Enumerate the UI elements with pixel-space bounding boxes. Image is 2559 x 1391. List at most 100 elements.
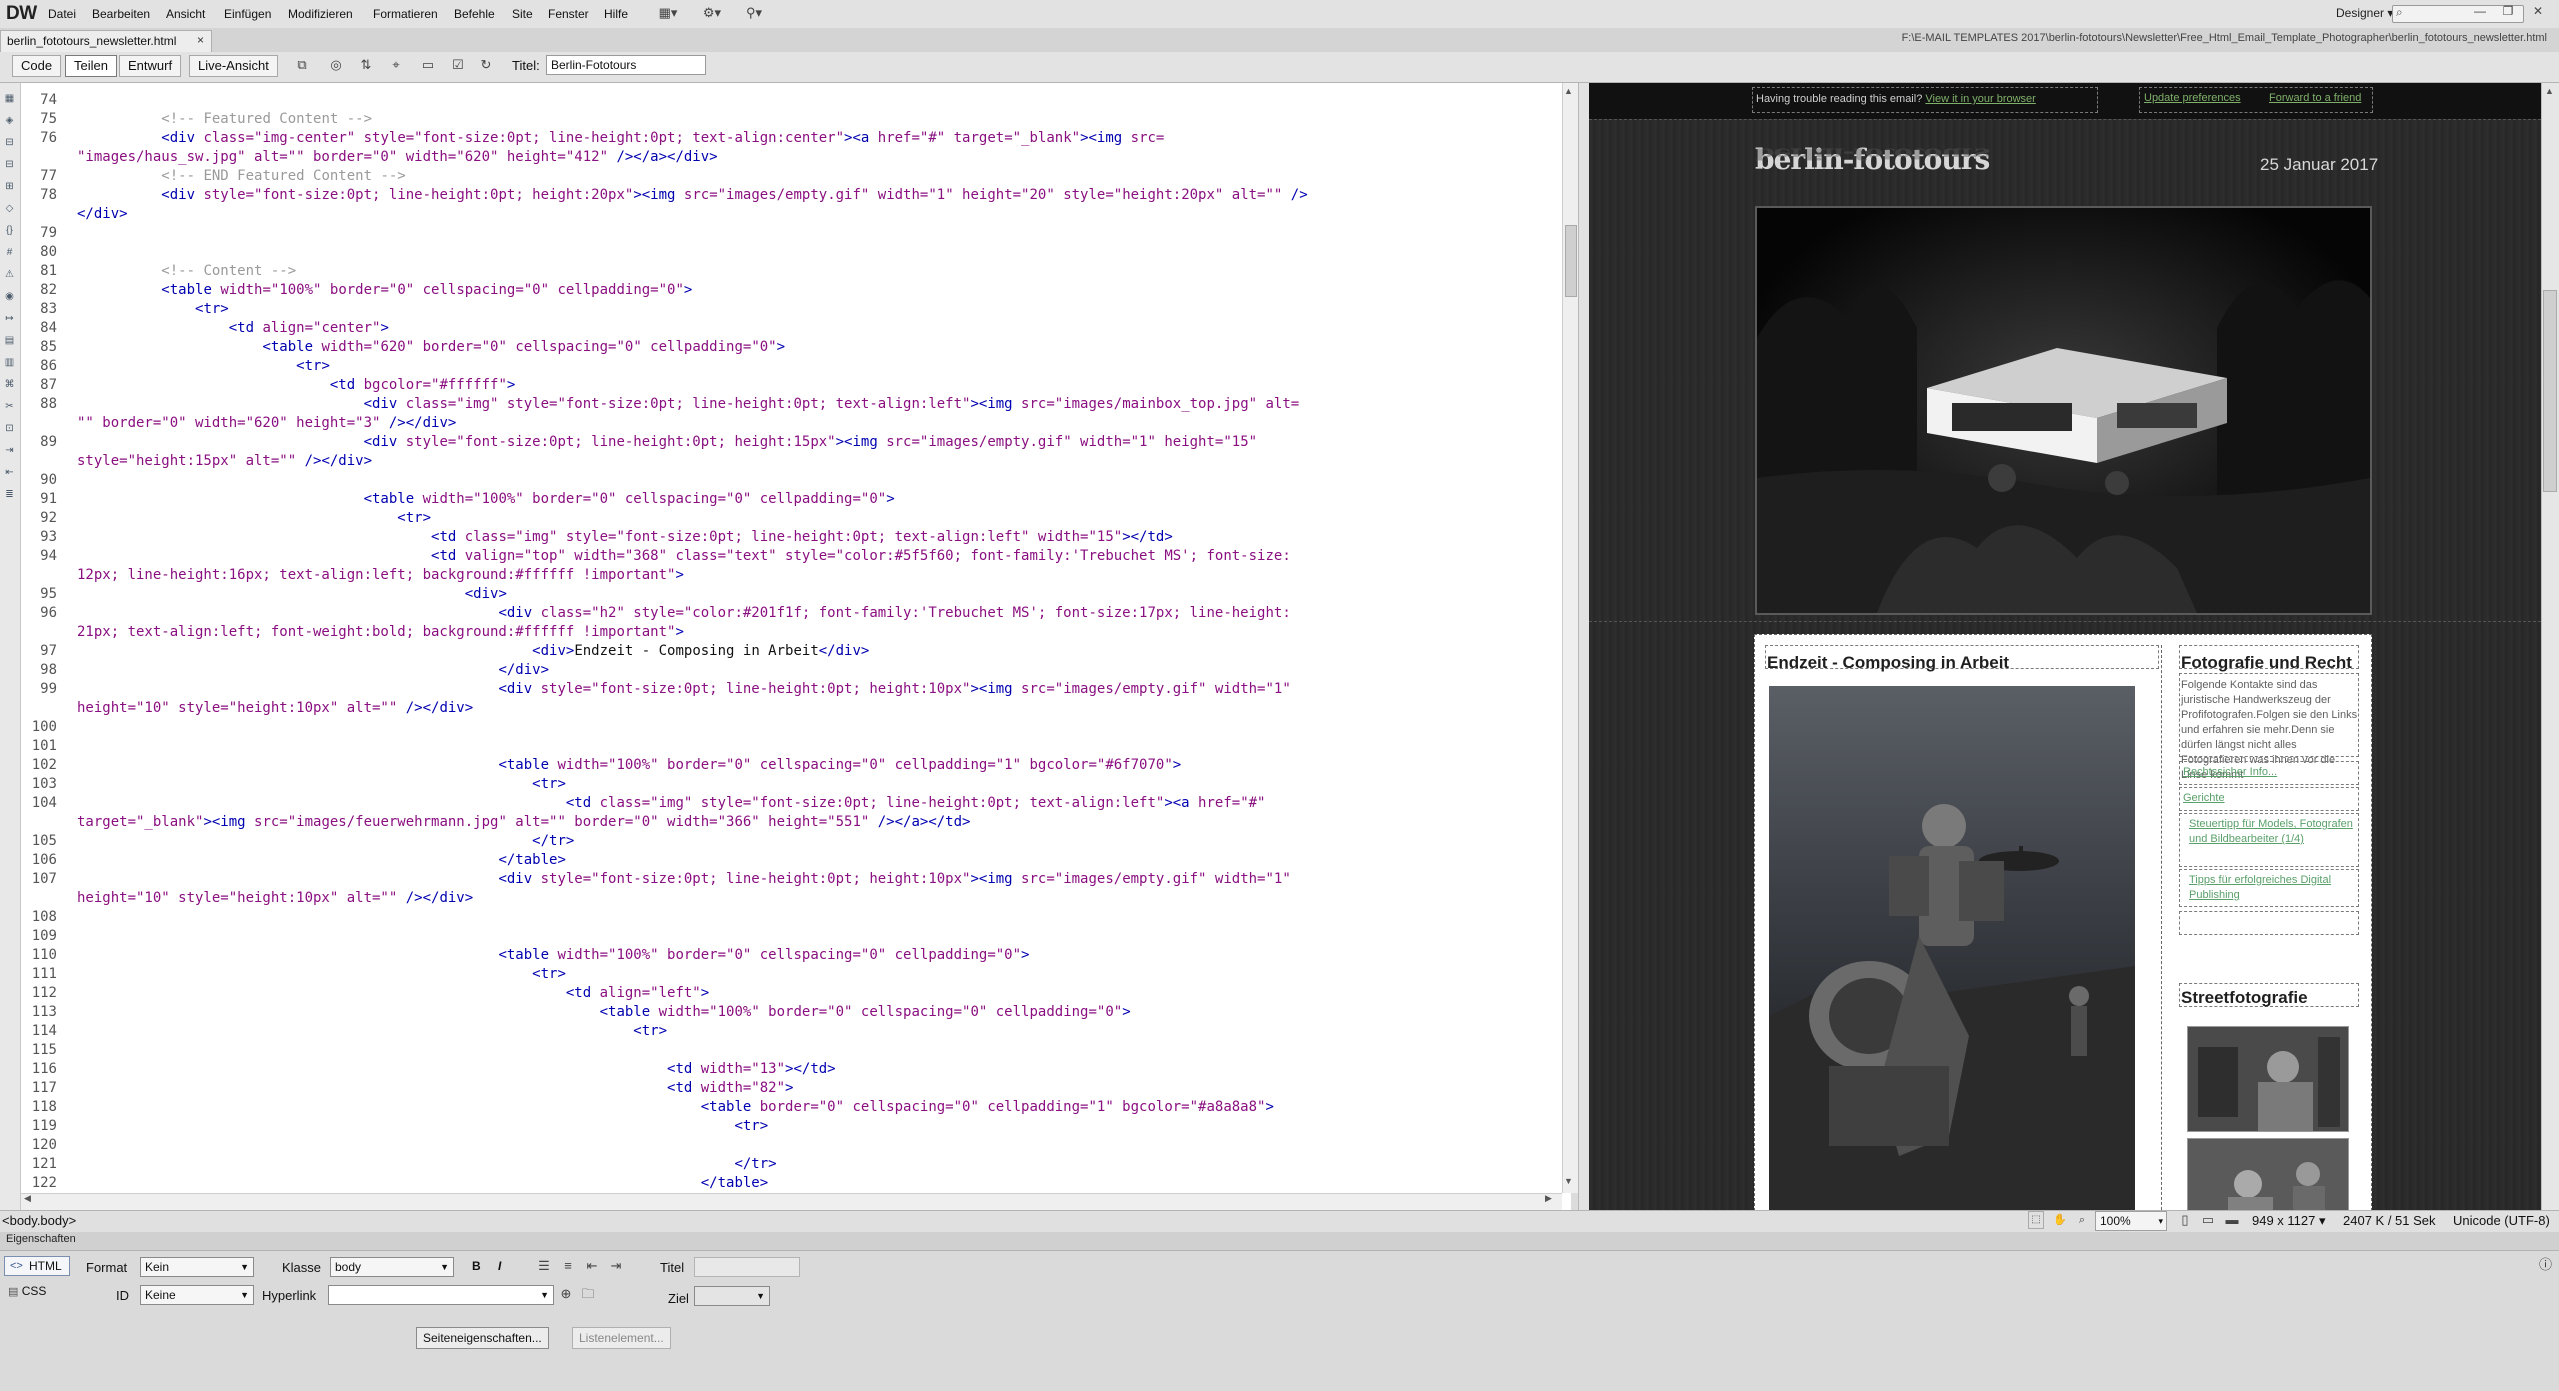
browser-preview-icon[interactable]: ◎ bbox=[326, 56, 346, 74]
code-line[interactable]: 88 <div class="img" style="font-size:0pt… bbox=[21, 395, 1571, 414]
code-line[interactable]: 104 <td class="img" style="font-size:0pt… bbox=[21, 794, 1571, 813]
menu-item[interactable]: Ansicht bbox=[166, 7, 205, 21]
street-thumbnail-2[interactable] bbox=[2187, 1138, 2349, 1210]
restore-button[interactable]: ❐ bbox=[2500, 4, 2516, 18]
code-line[interactable]: 105 </tr> bbox=[21, 832, 1571, 851]
code-line[interactable]: target="_blank"><img src="images/feuerwe… bbox=[21, 813, 1571, 832]
forward-to-friend-link[interactable]: Forward to a friend bbox=[2269, 92, 2361, 104]
code-line[interactable]: 76 <div class="img-center" style="font-s… bbox=[21, 129, 1571, 148]
menu-item[interactable]: Bearbeiten bbox=[92, 7, 150, 21]
visual-aids-icon[interactable]: ▭ bbox=[418, 56, 438, 74]
article-title[interactable]: Endzeit - Composing in Arbeit bbox=[1767, 653, 2009, 673]
collapse-selection-icon[interactable]: ⊟ bbox=[3, 158, 16, 171]
close-window-button[interactable]: ✕ bbox=[2530, 4, 2546, 18]
outdent-icon[interactable]: ⇤ bbox=[582, 1257, 602, 1275]
line-numbers-icon[interactable]: # bbox=[3, 246, 16, 259]
code-line[interactable]: 93 <td class="img" style="font-size:0pt;… bbox=[21, 528, 1571, 547]
code-line[interactable]: 84 <td align="center"> bbox=[21, 319, 1571, 338]
code-line[interactable]: 92 <tr> bbox=[21, 509, 1571, 528]
list-item-button[interactable]: Listenelement... bbox=[572, 1327, 671, 1349]
html-mode-button[interactable]: <> HTML bbox=[4, 1256, 70, 1276]
code-line[interactable]: 21px; text-align:left; font-weight:bold;… bbox=[21, 623, 1571, 642]
code-line[interactable]: 110 <table width="100%" border="0" cells… bbox=[21, 946, 1571, 965]
side-link-tax[interactable]: Steuertipp für Models, Fotografen und Bi… bbox=[2189, 817, 2354, 847]
zoom-select[interactable]: 100% ▾ bbox=[2095, 1211, 2167, 1231]
hyperlink-input[interactable]: ▼ bbox=[328, 1285, 554, 1305]
menu-item[interactable]: Hilfe bbox=[604, 7, 628, 21]
side-link-courts[interactable]: Gerichte bbox=[2183, 791, 2225, 806]
browse-folder-icon[interactable]: 🗀 bbox=[578, 1285, 598, 1303]
code-line[interactable]: 98 </div> bbox=[21, 661, 1571, 680]
indent-icon[interactable]: ⇥ bbox=[606, 1257, 626, 1275]
help-icon[interactable]: ⓘ bbox=[2539, 1254, 2552, 1273]
code-line[interactable]: 120 bbox=[21, 1136, 1571, 1155]
code-line[interactable]: "images/haus_sw.jpg" alt="" border="0" w… bbox=[21, 148, 1571, 167]
title-field[interactable] bbox=[694, 1257, 800, 1277]
code-line[interactable]: 97 <div>Endzeit - Composing in Arbeit</d… bbox=[21, 642, 1571, 661]
code-line[interactable]: </div> bbox=[21, 205, 1571, 224]
code-line[interactable]: 75 <!-- Featured Content --> bbox=[21, 110, 1571, 129]
scroll-down-icon[interactable]: ▼ bbox=[1564, 1176, 1573, 1186]
code-line[interactable]: 111 <tr> bbox=[21, 965, 1571, 984]
code-line[interactable]: 74 bbox=[21, 91, 1571, 110]
menu-item[interactable]: Fenster bbox=[548, 7, 589, 21]
italic-button[interactable]: I bbox=[498, 1259, 501, 1273]
street-thumbnail-1[interactable] bbox=[2187, 1026, 2349, 1132]
split-view-button[interactable]: Teilen bbox=[65, 55, 117, 77]
menu-item[interactable]: Einfügen bbox=[224, 7, 271, 21]
select-tool-icon[interactable]: ⬚ bbox=[2028, 1211, 2044, 1229]
code-line[interactable]: 122 </table> bbox=[21, 1174, 1571, 1193]
inspect-icon[interactable]: ⌖ bbox=[386, 56, 406, 74]
code-line[interactable]: 81 <!-- Content --> bbox=[21, 262, 1571, 281]
remove-comment-icon[interactable]: ▥ bbox=[3, 356, 16, 369]
code-line[interactable]: 108 bbox=[21, 908, 1571, 927]
workspace-switcher[interactable]: Designer ▾ bbox=[2336, 6, 2393, 20]
bold-button[interactable]: B bbox=[472, 1259, 481, 1273]
street-title[interactable]: Streetfotografie bbox=[2181, 988, 2308, 1008]
code-editor[interactable]: 74 75 <!-- Featured Content --> 76 <div cl… bbox=[21, 83, 1571, 1210]
code-line[interactable]: 94 <td valign="top" width="368" class="t… bbox=[21, 547, 1571, 566]
code-horizontal-scrollbar[interactable] bbox=[21, 1193, 1562, 1210]
move-css-icon[interactable]: ⊡ bbox=[3, 422, 16, 435]
user-icon[interactable]: ⚲▾ bbox=[744, 4, 764, 22]
code-line[interactable]: 101 bbox=[21, 737, 1571, 756]
code-line[interactable]: 109 bbox=[21, 927, 1571, 946]
live-view-pane[interactable]: Having trouble reading this email? View … bbox=[1589, 83, 2541, 1210]
multiscreen-icon[interactable]: ⧉ bbox=[292, 56, 312, 74]
hand-tool-icon[interactable]: ✋ bbox=[2050, 1211, 2070, 1229]
wrap-tag-icon[interactable]: ⌘ bbox=[3, 378, 16, 391]
code-view-button[interactable]: Code bbox=[12, 55, 62, 77]
select-parent-tag-icon[interactable]: ◇ bbox=[3, 202, 16, 215]
code-line[interactable]: 119 <tr> bbox=[21, 1117, 1571, 1136]
code-line[interactable]: 95 <div> bbox=[21, 585, 1571, 604]
code-line[interactable]: 107 <div style="font-size:0pt; line-heig… bbox=[21, 870, 1571, 889]
code-scroll-thumb[interactable] bbox=[1565, 225, 1577, 297]
scroll-right-icon[interactable]: ▶ bbox=[1545, 1193, 1552, 1204]
scroll-up-icon[interactable]: ▲ bbox=[1564, 86, 1573, 96]
document-tab[interactable]: berlin_fototours_newsletter.html × bbox=[0, 30, 212, 53]
open-documents-icon[interactable]: ▦ bbox=[3, 92, 16, 105]
side-link-publishing[interactable]: Tipps für erfolgreiches Digital Publishi… bbox=[2189, 873, 2354, 903]
featured-house-image[interactable] bbox=[1755, 206, 2372, 615]
code-line[interactable]: 117 <td width="82"> bbox=[21, 1079, 1571, 1098]
code-line[interactable]: 77 <!-- END Featured Content --> bbox=[21, 167, 1571, 186]
side-link-legal[interactable]: Rechtssicher Info... bbox=[2183, 765, 2277, 780]
auto-indent-icon[interactable]: ↦ bbox=[3, 312, 16, 325]
refresh-icon[interactable]: ↻ bbox=[476, 56, 496, 74]
outdent-code-icon[interactable]: ⇤ bbox=[3, 466, 16, 479]
scroll-left-icon[interactable]: ◀ bbox=[24, 1193, 31, 1204]
live-scroll-up-icon[interactable]: ▲ bbox=[2545, 86, 2554, 96]
design-view-button[interactable]: Entwurf bbox=[119, 55, 182, 77]
format-select[interactable]: Kein ▼ bbox=[140, 1257, 254, 1277]
minimize-button[interactable]: — bbox=[2472, 4, 2488, 18]
menu-item[interactable]: Datei bbox=[48, 7, 76, 21]
code-line[interactable]: height="10" style="height:10px" alt="" /… bbox=[21, 699, 1571, 718]
show-code-navigator-icon[interactable]: ◈ bbox=[3, 114, 16, 127]
menu-item[interactable]: Formatieren bbox=[373, 7, 438, 21]
code-line[interactable]: style="height:15px" alt="" /></div> bbox=[21, 452, 1571, 471]
code-line[interactable]: 80 bbox=[21, 243, 1571, 262]
code-line[interactable]: 102 <table width="100%" border="0" cells… bbox=[21, 756, 1571, 775]
point-to-file-icon[interactable]: ⊕ bbox=[556, 1285, 576, 1303]
desktop-size-icon[interactable]: ▬ bbox=[2222, 1211, 2242, 1229]
code-line[interactable]: 91 <table width="100%" border="0" cellsp… bbox=[21, 490, 1571, 509]
